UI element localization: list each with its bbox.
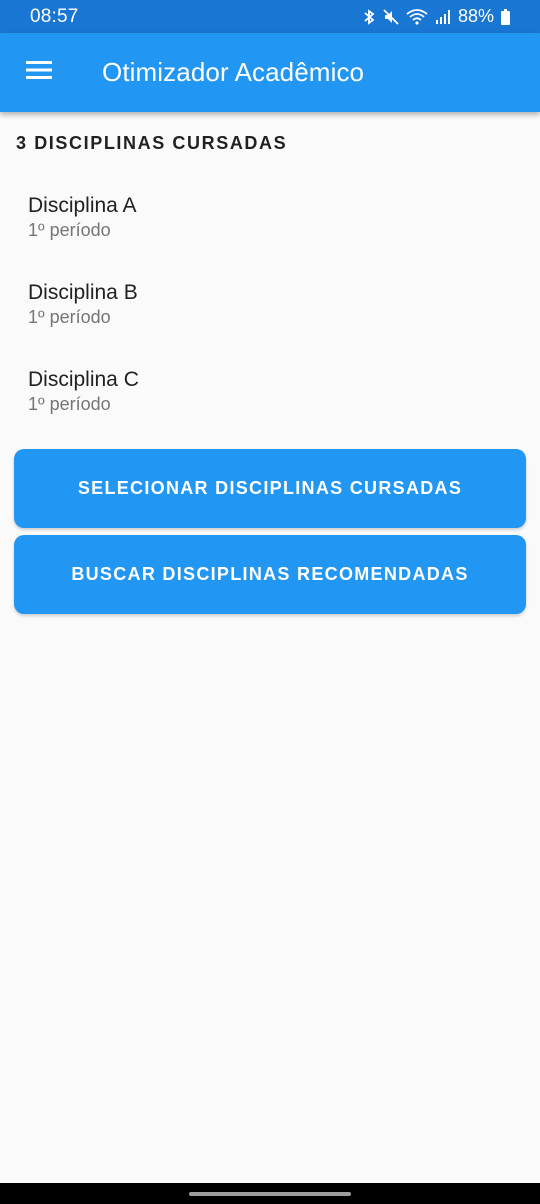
menu-button[interactable] xyxy=(0,33,78,112)
discipline-name: Disciplina C xyxy=(28,368,139,391)
list-item[interactable]: Disciplina A 1º período xyxy=(0,180,540,267)
list-item[interactable]: Disciplina C 1º período xyxy=(0,354,540,441)
screen: 08:57 88% Otimizador Acadêmico 3 DISCIPL… xyxy=(0,0,540,1204)
mute-icon xyxy=(383,8,399,25)
hamburger-menu-icon xyxy=(26,60,52,85)
discipline-name: Disciplina A xyxy=(28,194,137,217)
signal-icon xyxy=(435,9,451,25)
home-indicator[interactable] xyxy=(189,1191,351,1196)
app-bar: Otimizador Acadêmico xyxy=(0,33,540,112)
status-icons: 88% xyxy=(362,6,510,27)
discipline-list: Disciplina A 1º período Disciplina B 1º … xyxy=(0,180,540,441)
battery-icon xyxy=(501,8,510,25)
list-item[interactable]: Disciplina B 1º período xyxy=(0,267,540,354)
app-title: Otimizador Acadêmico xyxy=(102,57,365,87)
discipline-name: Disciplina B xyxy=(28,281,138,304)
section-header: 3 DISCIPLINAS CURSADAS xyxy=(16,133,288,153)
navigation-bar xyxy=(0,1183,540,1204)
wifi-icon xyxy=(406,8,428,25)
discipline-period: 1º período xyxy=(28,307,111,327)
search-recommended-button[interactable]: BUSCAR DISCIPLINAS RECOMENDADAS xyxy=(14,535,526,614)
battery-percent: 88% xyxy=(457,6,494,26)
status-time: 08:57 xyxy=(30,5,79,27)
discipline-period: 1º período xyxy=(28,394,111,414)
status-bar: 08:57 88% xyxy=(0,0,540,33)
bluetooth-icon xyxy=(362,8,376,25)
select-disciplines-button[interactable]: SELECIONAR DISCIPLINAS CURSADAS xyxy=(14,449,526,528)
discipline-period: 1º período xyxy=(28,220,111,240)
